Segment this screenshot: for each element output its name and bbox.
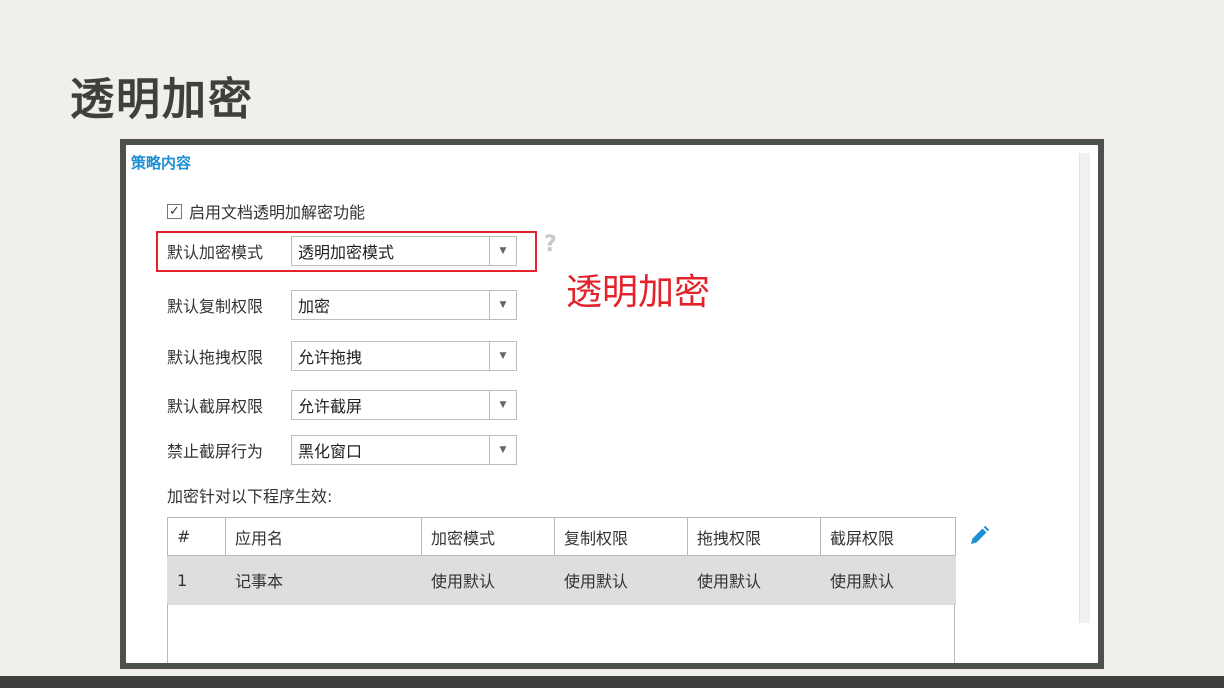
field-label: 禁止截屏行为 bbox=[167, 442, 264, 461]
field-row-encrypt-mode: 默认加密模式 透明加密模式 ▼ bbox=[167, 236, 517, 266]
apply-programs-label: 加密针对以下程序生效: bbox=[167, 487, 333, 506]
field-label: 默认拖拽权限 bbox=[167, 348, 264, 367]
chevron-down-icon[interactable]: ▼ bbox=[489, 291, 516, 319]
table-cell: 使用默认 bbox=[421, 555, 555, 605]
field-row-block-screenshot-behavior: 禁止截屏行为 黑化窗口 ▼ bbox=[167, 435, 517, 465]
select-value: 透明加密模式 bbox=[298, 243, 395, 262]
field-row-screenshot-permission: 默认截屏权限 允许截屏 ▼ bbox=[167, 390, 517, 420]
screenshot-frame: 策略内容 ✓ 启用文档透明加解密功能 默认加密模式 透明加密模式 ▼ ? 透明加… bbox=[120, 139, 1104, 669]
chevron-down-icon[interactable]: ▼ bbox=[489, 391, 516, 419]
field-label: 默认加密模式 bbox=[167, 243, 264, 262]
table-cell: 记事本 bbox=[225, 555, 422, 605]
field-label: 默认截屏权限 bbox=[167, 397, 264, 416]
pencil-icon[interactable] bbox=[968, 525, 990, 547]
program-table: # 应用名 加密模式 复制权限 拖拽权限 截屏权限 1 记事本 使用默认 使用默… bbox=[167, 517, 956, 605]
slide-title: 透明加密 bbox=[70, 74, 254, 125]
column-header: 复制权限 bbox=[554, 517, 688, 556]
policy-panel: 策略内容 ✓ 启用文档透明加解密功能 默认加密模式 透明加密模式 ▼ ? 透明加… bbox=[126, 145, 1098, 663]
screenshot-permission-select[interactable]: 允许截屏 ▼ bbox=[291, 390, 517, 420]
table-row[interactable]: 1 记事本 使用默认 使用默认 使用默认 使用默认 bbox=[167, 555, 956, 605]
bottom-bar bbox=[0, 676, 1224, 688]
select-value: 加密 bbox=[298, 297, 331, 316]
table-empty-area bbox=[167, 604, 955, 663]
encrypt-mode-select[interactable]: 透明加密模式 ▼ bbox=[291, 236, 517, 266]
column-header: 加密模式 bbox=[421, 517, 555, 556]
chevron-down-icon[interactable]: ▼ bbox=[489, 436, 516, 464]
column-header: 应用名 bbox=[225, 517, 422, 556]
table-header-row: # 应用名 加密模式 复制权限 拖拽权限 截屏权限 bbox=[167, 517, 956, 556]
vertical-scrollbar[interactable] bbox=[1079, 153, 1090, 623]
field-row-drag-permission: 默认拖拽权限 允许拖拽 ▼ bbox=[167, 341, 517, 371]
table-cell: 使用默认 bbox=[687, 555, 821, 605]
table-cell: 使用默认 bbox=[820, 555, 956, 605]
select-value: 允许拖拽 bbox=[298, 348, 363, 367]
chevron-down-icon[interactable]: ▼ bbox=[489, 342, 516, 370]
enable-encryption-checkbox[interactable]: ✓ bbox=[167, 203, 182, 219]
column-header: 拖拽权限 bbox=[687, 517, 821, 556]
table-cell: 使用默认 bbox=[554, 555, 688, 605]
enable-encryption-row[interactable]: ✓ 启用文档透明加解密功能 bbox=[167, 199, 365, 223]
field-row-copy-permission: 默认复制权限 加密 ▼ bbox=[167, 290, 517, 320]
drag-permission-select[interactable]: 允许拖拽 ▼ bbox=[291, 341, 517, 371]
section-title: 策略内容 bbox=[131, 154, 192, 172]
enable-encryption-label: 启用文档透明加解密功能 bbox=[189, 203, 366, 222]
callout-label: 透明加密 bbox=[566, 272, 711, 313]
select-value: 黑化窗口 bbox=[298, 442, 363, 461]
table-cell: 1 bbox=[167, 555, 226, 605]
field-label: 默认复制权限 bbox=[167, 297, 264, 316]
block-screenshot-select[interactable]: 黑化窗口 ▼ bbox=[291, 435, 517, 465]
column-header: 截屏权限 bbox=[820, 517, 956, 556]
chevron-down-icon[interactable]: ▼ bbox=[489, 237, 516, 265]
copy-permission-select[interactable]: 加密 ▼ bbox=[291, 290, 517, 320]
column-header: # bbox=[167, 517, 226, 556]
select-value: 允许截屏 bbox=[298, 397, 363, 416]
question-mark-icon[interactable]: ? bbox=[544, 233, 557, 257]
